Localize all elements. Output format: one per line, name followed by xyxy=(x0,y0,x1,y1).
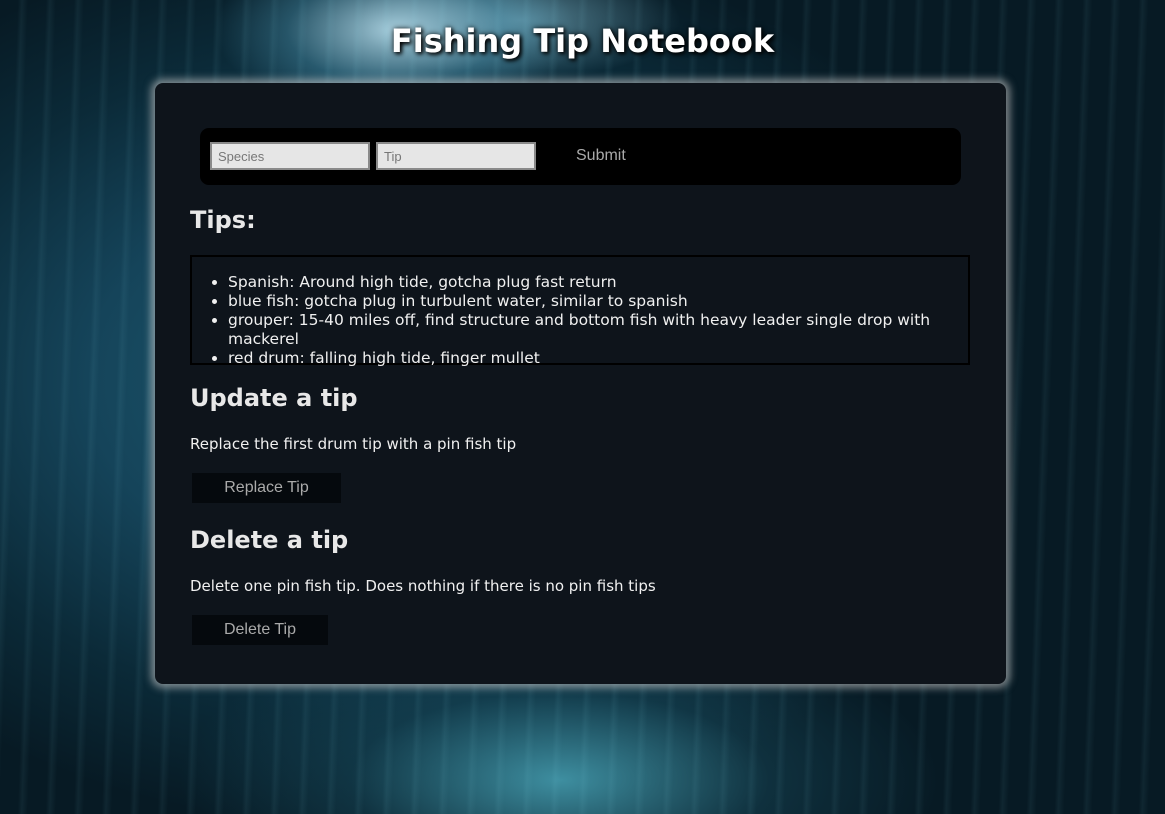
page-title: Fishing Tip Notebook xyxy=(390,22,775,60)
notebook-card: Submit Tips: Spanish: Around high tide, … xyxy=(155,83,1006,684)
tip-item: red drum: falling high tide, finger mull… xyxy=(228,349,968,368)
delete-tip-button[interactable]: Delete Tip xyxy=(192,615,328,645)
tip-input[interactable] xyxy=(376,142,536,170)
submit-button[interactable]: Submit xyxy=(576,142,626,170)
add-tip-form: Submit xyxy=(200,128,961,185)
tip-item: Spanish: Around high tide, gotcha plug f… xyxy=(228,273,968,292)
replace-tip-button[interactable]: Replace Tip xyxy=(192,473,341,503)
delete-tip-description: Delete one pin fish tip. Does nothing if… xyxy=(190,577,656,595)
species-input[interactable] xyxy=(210,142,370,170)
tips-heading: Tips: xyxy=(190,206,256,234)
update-tip-description: Replace the first drum tip with a pin fi… xyxy=(190,435,517,453)
tip-item: blue fish: gotcha plug in turbulent wate… xyxy=(228,292,968,311)
tip-item: grouper: 15-40 miles off, find structure… xyxy=(228,311,968,349)
delete-tip-heading: Delete a tip xyxy=(190,526,349,554)
tips-list: Spanish: Around high tide, gotcha plug f… xyxy=(192,257,968,368)
tips-list-box: Spanish: Around high tide, gotcha plug f… xyxy=(190,255,970,368)
update-tip-heading: Update a tip xyxy=(190,384,358,412)
